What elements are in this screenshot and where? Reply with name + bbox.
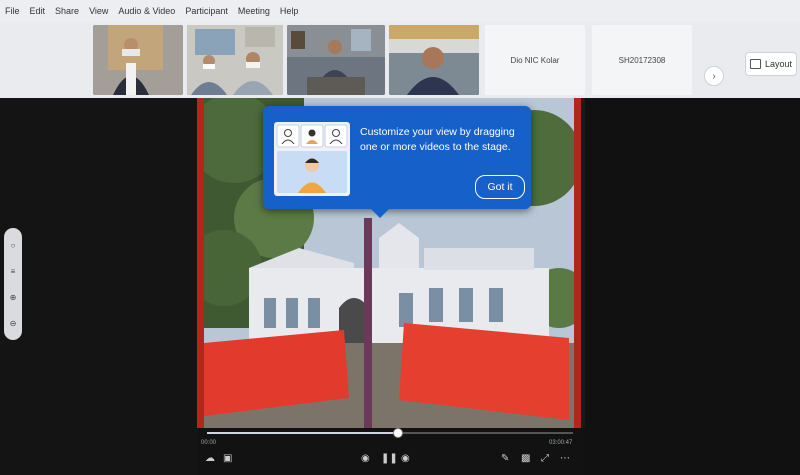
time-total: 03:00:47 [549, 440, 573, 446]
menu-share[interactable]: Share [50, 0, 84, 22]
participant-video-tile[interactable] [287, 25, 385, 95]
layout-button[interactable]: Layout [745, 52, 797, 76]
edit-icon[interactable]: ✎ [501, 453, 509, 464]
participant-video-image [93, 25, 183, 95]
stage-frame-left [197, 98, 204, 428]
participant-name: SH20172308 [618, 55, 666, 65]
fullscreen-toggle-icon[interactable]: ◉ [401, 453, 410, 464]
menu-edit[interactable]: Edit [25, 0, 51, 22]
participant-video-image [389, 25, 479, 95]
menu-view[interactable]: View [84, 0, 113, 22]
participant-video-tile[interactable] [187, 25, 283, 95]
layout-icon [749, 59, 761, 69]
drag-to-stage-illustration [274, 122, 350, 196]
customize-view-tooltip: Customize your view by dragging one or m… [263, 106, 531, 218]
menu-file[interactable]: File [0, 0, 25, 22]
got-it-button[interactable]: Got it [475, 175, 525, 199]
menu-bar: File Edit Share View Audio & Video Parti… [0, 0, 800, 22]
menu-audio-video[interactable]: Audio & Video [113, 0, 180, 22]
side-toolbar[interactable]: ○ ≡ ⊕ ⊖ [4, 228, 22, 340]
captions-icon[interactable]: ▣ [223, 453, 232, 464]
expand-icon[interactable]: ⤢ [541, 453, 549, 464]
progress-bar[interactable] [207, 428, 573, 438]
menu-participant[interactable]: Participant [180, 0, 233, 22]
player-controls: 00:00 03:00:47 ☁ ▣ ◉ ❚❚ ◉ ✎ ▩ ⤢ ⋯ [197, 428, 585, 475]
menu-help[interactable]: Help [275, 0, 304, 22]
magnify-icon[interactable]: ○ [11, 241, 16, 250]
stage-frame-right [574, 98, 581, 428]
zoom-in-icon[interactable]: ⊕ [10, 293, 17, 302]
participant-video-tile[interactable] [389, 25, 479, 95]
chevron-right-icon: › [712, 70, 716, 82]
participant-video-image [187, 25, 283, 95]
participant-video-image [287, 25, 385, 95]
zoom-out-icon[interactable]: ⊖ [10, 319, 17, 328]
strip-next-button[interactable]: › [704, 66, 724, 86]
participant-name-tile[interactable]: SH20172308 [592, 25, 692, 95]
stage-left-panel [0, 98, 197, 475]
pause-icon[interactable]: ❚❚ [381, 453, 398, 464]
menu-meeting[interactable]: Meeting [233, 0, 275, 22]
picture-in-picture-icon[interactable]: ▩ [521, 453, 530, 464]
participant-video-tile[interactable] [93, 25, 183, 95]
volume-icon[interactable]: ☁ [205, 453, 215, 464]
time-elapsed: 00:00 [201, 440, 217, 446]
participant-name-tile[interactable]: Dio NIC Kolar [485, 25, 585, 95]
stage-right-panel [585, 98, 800, 475]
more-options-icon[interactable]: ⋯ [560, 453, 570, 464]
layout-button-label: Layout [764, 59, 793, 69]
tooltip-message: Customize your view by dragging one or m… [360, 126, 515, 153]
pin-icon[interactable]: ◉ [361, 453, 370, 464]
progress-knob[interactable] [393, 428, 404, 438]
video-strip: Dio NIC Kolar SH20172308 › Layout [0, 22, 800, 98]
filter-icon[interactable]: ≡ [11, 267, 16, 276]
progress-fill [207, 432, 398, 434]
participant-name: Dio NIC Kolar [510, 55, 560, 65]
